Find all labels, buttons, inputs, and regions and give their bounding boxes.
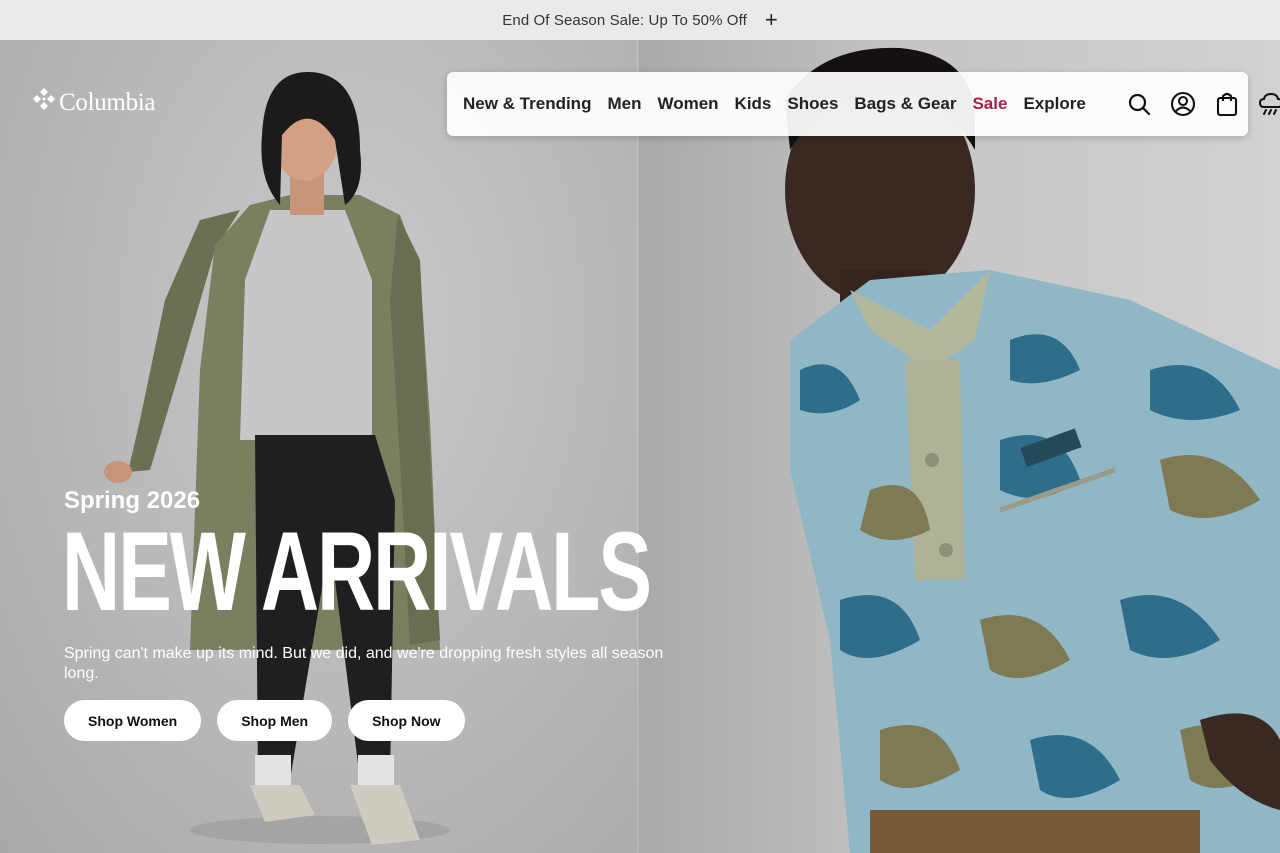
columbia-diamond-logo-icon [32,87,56,118]
hero-cta-group: Shop Women Shop Men Shop Now [64,700,481,741]
man-figure [785,47,1280,853]
promo-bar: End Of Season Sale: Up To 50% Off + [0,0,1280,40]
nav-item-bags-gear[interactable]: Bags & Gear [854,94,956,114]
hero-banner: Columbia New & Trending Men Women Kids S… [0,40,1280,853]
hero-description: Spring can't make up its mind. But we di… [64,645,664,682]
search-icon[interactable] [1117,82,1161,126]
account-icon[interactable] [1161,82,1205,126]
main-navigation: New & Trending Men Women Kids Shoes Bags… [447,72,1280,136]
weather-icon[interactable] [1249,82,1280,126]
nav-item-men[interactable]: Men [607,94,641,114]
shop-women-button[interactable]: Shop Women [64,700,202,741]
nav-item-explore[interactable]: Explore [1023,94,1085,114]
shop-now-button[interactable]: Shop Now [348,700,465,741]
nav-item-women[interactable]: Women [657,94,718,114]
brand-name: Columbia [59,88,156,116]
nav-item-shoes[interactable]: Shoes [787,94,838,114]
nav-item-kids[interactable]: Kids [735,94,772,114]
promo-text: End Of Season Sale: Up To 50% Off [502,11,747,29]
plus-icon[interactable]: + [765,9,778,31]
columbia-logo[interactable]: Columbia [32,87,156,118]
nav-utility-icons [1117,82,1280,126]
nav-item-sale[interactable]: Sale [972,94,1007,114]
nav-item-new-trending[interactable]: New & Trending [463,94,591,114]
hero-title: NEW ARRIVALS [62,509,652,634]
shopping-bag-icon[interactable] [1205,82,1249,126]
shop-men-button[interactable]: Shop Men [217,700,333,741]
nav-menu: New & Trending Men Women Kids Shoes Bags… [463,94,1102,114]
